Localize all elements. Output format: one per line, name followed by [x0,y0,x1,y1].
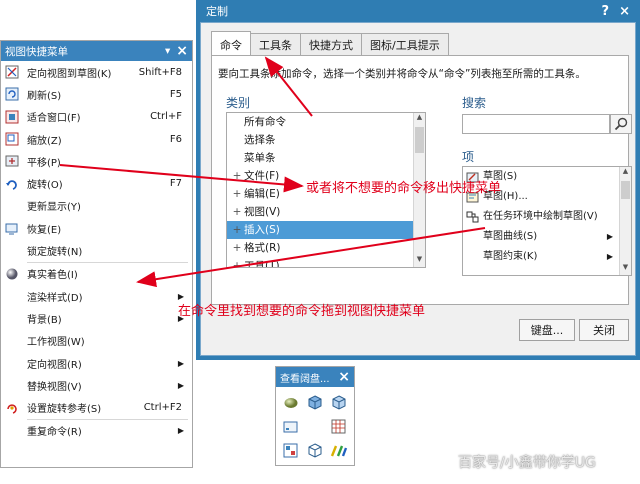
tab-commands[interactable]: 命令 [211,31,251,55]
arrow-drag-command [136,227,486,288]
annotation-drag: 在命令里找到想要的命令拖到视图快捷菜单 [178,304,426,319]
annotation-arrows [59,56,486,288]
arrow-remove-command [59,164,304,193]
arrow-to-commands-tab [264,56,313,117]
watermark: 百家号/小鑫带你学UG [458,455,596,471]
annotation-remove: 或者将不想要的命令移出快捷菜单 [306,181,502,196]
